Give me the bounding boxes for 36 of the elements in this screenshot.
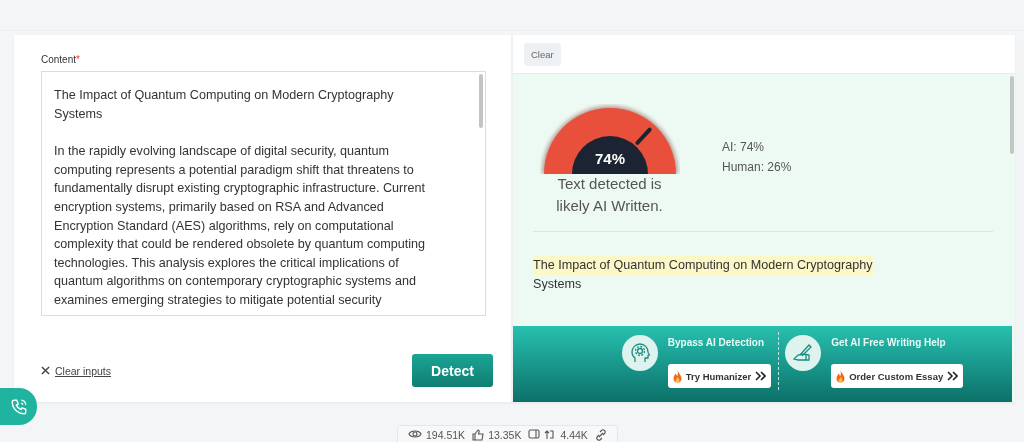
content-field[interactable]	[41, 71, 486, 316]
verdict-text: Text detected is likely AI Written.	[555, 174, 664, 216]
promo-button[interactable]: Try Humanizer	[667, 364, 772, 388]
promo-title: Get AI Free Writing Help	[831, 337, 946, 348]
ai-share: AI: 74%	[722, 140, 766, 154]
comment-icon	[528, 429, 541, 440]
thumbs-up-icon	[472, 429, 485, 441]
promo-title: Bypass AI Detection	[667, 337, 765, 348]
fire-icon	[836, 369, 846, 383]
phone-icon	[9, 397, 28, 416]
field-label: Content*	[41, 54, 81, 65]
stat-count: 4.44K	[560, 429, 588, 441]
detect-button[interactable]: Detect	[412, 354, 493, 387]
phone-button[interactable]	[0, 388, 37, 425]
pen-hand-icon	[785, 335, 822, 371]
clear-inputs-link[interactable]: Clear inputs	[41, 364, 112, 377]
analyzed-text: Systems	[533, 276, 583, 293]
scrollbar[interactable]	[1010, 76, 1014, 154]
repost-icon	[544, 429, 557, 440]
content-title: The Impact of Quantum Computing on Modern Cryptography Systems	[54, 87, 395, 123]
scrollbar[interactable]	[479, 74, 483, 128]
close-icon	[41, 366, 50, 375]
fire-icon	[672, 369, 682, 383]
head-gear-icon	[621, 335, 658, 371]
double-chevron-icon	[947, 371, 959, 381]
eye-icon	[408, 429, 422, 439]
content-paragraph: In the rapidly evolving landscape of digital security, quantum computing represents a potential paradigm shift that threatens to fundamentally disrupt existing cryptographic infrastructure. Current encryption systems, primarily based on RSA and Advanced Encryption Standard (AES) algorithms, rely on computational complexity that could be rendered obsolete by quantum computing technologies. This analysis explores the critical implications of quantum algorithms on contemporary cryptographic systems and examines emerging strategies to mitigate potential security	[54, 143, 427, 309]
link-icon	[594, 429, 607, 441]
human-share: Human: 26%	[722, 160, 792, 174]
stat-count: 13.35K	[488, 429, 522, 441]
promo-button[interactable]: Order Custom Essay	[831, 364, 964, 388]
double-chevron-icon	[755, 371, 767, 381]
stat-count: 194.51K	[426, 429, 466, 441]
clear-button[interactable]: Clear	[524, 42, 561, 66]
gauge-reading: 74%	[594, 150, 625, 167]
highlighted-text: The Impact of Quantum Computing on Modern Cryptography	[533, 256, 873, 275]
